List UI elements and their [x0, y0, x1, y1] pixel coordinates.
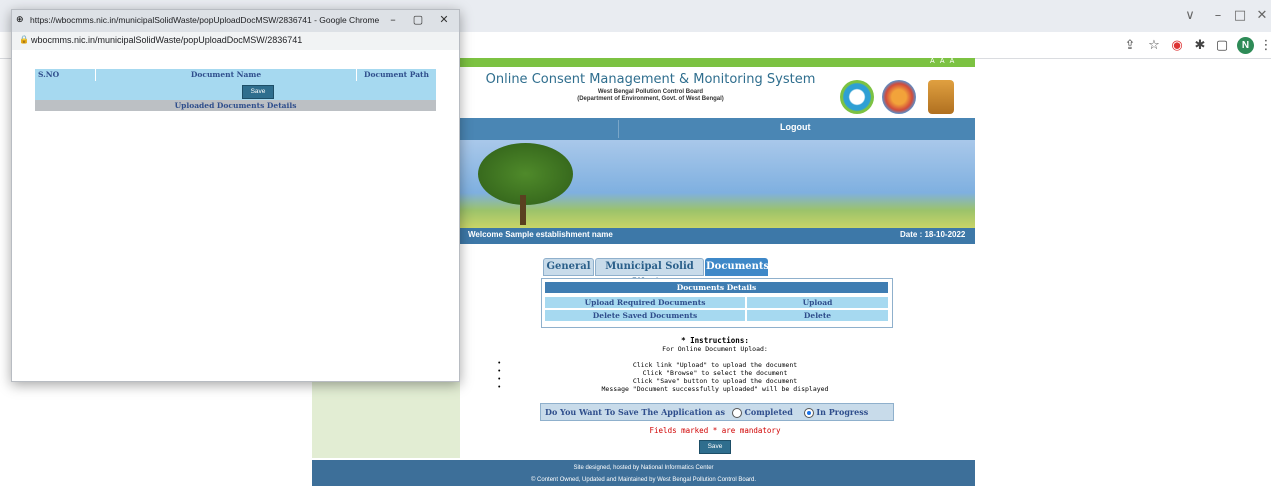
font-size-controls[interactable]: A A A: [930, 58, 956, 65]
instruction-line: Click "Browse" to select the document: [642, 369, 788, 377]
tab-documents[interactable]: Documents: [705, 258, 769, 276]
instruction-line: Message "Document successfully uploaded"…: [601, 385, 829, 393]
instructions-heading: * Instructions:: [681, 336, 749, 345]
system-title: Online Consent Management & Monitoring S…: [485, 72, 816, 87]
tab-search-icon[interactable]: ∨: [1180, 8, 1200, 24]
col-document-path: Document Path: [357, 69, 436, 81]
delete-saved-label: Delete Saved Documents: [545, 310, 745, 321]
save-status-row: Do You Want To Save The Application as C…: [540, 403, 894, 421]
option-completed-label: Completed: [744, 407, 793, 417]
wbpcb-logo-icon: [840, 80, 874, 114]
instruction-line: Click link "Upload" to upload the docume…: [632, 361, 798, 369]
save-button[interactable]: Save: [699, 440, 731, 454]
popup-maximize-button[interactable]: ▢: [410, 13, 426, 29]
star-icon[interactable]: ☆: [1146, 38, 1162, 54]
date-text: Date : 18-10-2022: [900, 230, 966, 239]
restore-button[interactable]: □: [1230, 8, 1250, 24]
close-button[interactable]: ✕: [1252, 8, 1271, 24]
top-green-strip: [460, 58, 975, 67]
board-name: West Bengal Pollution Control Board: [597, 89, 704, 95]
nav-bar: [460, 118, 975, 140]
tree-trunk: [520, 195, 526, 225]
col-sno: S.NO: [35, 69, 95, 81]
radio-completed[interactable]: [731, 408, 742, 418]
globe-icon: ⊕: [16, 15, 24, 25]
menu-icon[interactable]: ⋮: [1258, 38, 1271, 54]
popup-minimize-button[interactable]: –: [385, 13, 401, 29]
welcome-text: Welcome Sample establishment name: [468, 230, 613, 239]
nav-separator: [618, 120, 619, 138]
instruction-line: Click "Save" button to upload the docume…: [632, 377, 798, 385]
bullet-icon: •: [498, 384, 501, 391]
lock-icon: 🔒: [19, 35, 29, 44]
sidepanel-icon[interactable]: ▢: [1214, 38, 1230, 54]
upload-required-label: Upload Required Documents: [545, 297, 745, 308]
minimize-button[interactable]: –: [1208, 8, 1228, 24]
delete-link[interactable]: Delete: [747, 310, 888, 321]
tab-general[interactable]: General: [543, 258, 594, 276]
profile-avatar[interactable]: N: [1237, 37, 1254, 54]
department-name: (Department of Environment, Govt. of Wes…: [577, 96, 724, 102]
instructions-subheading: For Online Document Upload:: [662, 345, 768, 353]
popup-save-row: [35, 81, 436, 100]
tab-municipal-solid-waste[interactable]: Municipal Solid Waste: [595, 258, 704, 288]
uploaded-docs-footer: Uploaded Documents Details: [35, 100, 436, 111]
popup-close-button[interactable]: ✕: [436, 13, 452, 29]
bullet-icon: •: [498, 360, 501, 367]
bullet-icon: •: [498, 376, 501, 383]
mandatory-note: Fields marked * are mandatory: [649, 426, 781, 435]
share-icon[interactable]: ⇪: [1122, 38, 1138, 54]
option-in-progress-label: In Progress: [816, 407, 869, 417]
footer-copyright: © Content Owned, Updated and Maintained …: [530, 477, 757, 483]
upload-link[interactable]: Upload: [747, 297, 888, 308]
bullet-icon: •: [498, 368, 501, 375]
documents-details-header: Documents Details: [545, 282, 888, 293]
footer-credit: Site designed, hosted by National Inform…: [573, 465, 714, 471]
popup-save-button[interactable]: Save: [242, 85, 274, 99]
bengal-emblem-icon: [882, 80, 916, 114]
popup-title: https://wbocmms.nic.in/municipalSolidWas…: [30, 15, 380, 25]
puzzle-icon[interactable]: ✱: [1192, 38, 1208, 54]
save-question-label: Do You Want To Save The Application as: [545, 407, 725, 417]
popup-url[interactable]: wbocmms.nic.in/municipalSolidWaste/popUp…: [31, 35, 302, 45]
col-document-name: Document Name: [96, 69, 356, 81]
extension-icon[interactable]: ◉: [1169, 38, 1185, 54]
national-emblem-icon: [928, 80, 954, 114]
radio-in-progress[interactable]: [803, 408, 814, 418]
upload-popup-window: ⊕ https://wbocmms.nic.in/municipalSolidW…: [11, 9, 460, 382]
logout-link[interactable]: Logout: [780, 122, 820, 132]
